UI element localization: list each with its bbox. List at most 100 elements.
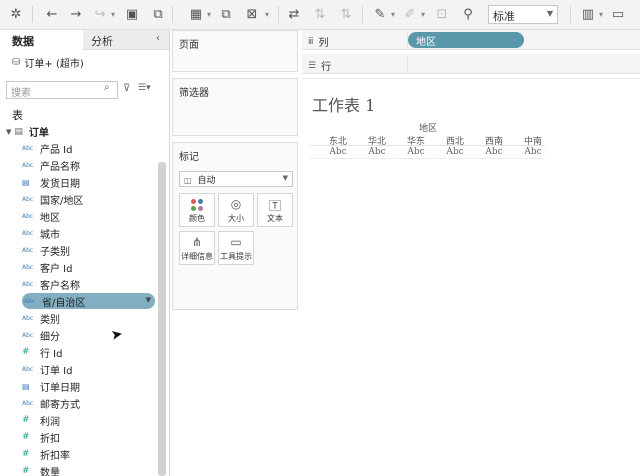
fix-axes-icon[interactable]: ⚲ (458, 5, 478, 23)
clear-sheet-icon[interactable]: ⊠ (242, 5, 262, 23)
region-header[interactable]: 华东 (400, 134, 432, 147)
region-header[interactable]: 中南 (517, 134, 549, 147)
cell-value[interactable]: Abc (439, 147, 471, 157)
worksheet-view[interactable]: 工作表 1 地区 东北 Abc 华北 Abc 华东 Abc 西北 Abc 西南 Abc 中南 Abc (302, 78, 640, 476)
presentation-mode-icon[interactable]: ▭ (608, 5, 628, 23)
search-row: 搜索 ⌕ ⊽ ☰▾ (6, 81, 166, 99)
field-item[interactable]: Abc 城市 (22, 225, 60, 241)
field-item[interactable]: Abc 子类别 (22, 242, 70, 258)
string-type-icon: Abc (22, 246, 34, 254)
tab-data[interactable]: 数据 (0, 30, 83, 50)
toolbar-divider (570, 6, 571, 23)
replay-dropdown-icon: ▾ (110, 9, 115, 19)
cell-value[interactable]: Abc (478, 147, 510, 157)
view-options-icon[interactable]: ☰▾ (138, 83, 151, 93)
field-item[interactable]: Abc 产品 Id (22, 140, 72, 156)
field-item[interactable]: # 折扣率 (22, 446, 70, 462)
field-item[interactable]: Abc 地区 (22, 208, 60, 224)
toolbar: ✲ ← → ↪ ▾ ▣ ⧉ ▦ ▾ ⧉ ⊠ ▾ ⇄ ⇅ ⇅ ✎ ▾ ✐ ▾ ⊡ … (0, 0, 640, 30)
show-me-icon[interactable]: ▥ (578, 5, 598, 23)
field-item[interactable]: # 折扣 (22, 429, 60, 445)
new-worksheet-icon[interactable]: ▦ (186, 5, 206, 23)
field-item[interactable]: Abc 省/自治区 ▼ (22, 293, 155, 309)
field-item[interactable]: Abc 类别 (22, 310, 60, 326)
field-item[interactable]: Abc 客户名称 (22, 276, 80, 292)
date-type-icon: ▤ (22, 177, 30, 187)
color-button[interactable]: 颜色 (179, 193, 215, 227)
detail-button[interactable]: ⋔ 详细信息 (179, 231, 215, 265)
field-label: 类别 (40, 314, 60, 326)
highlight-dropdown-icon[interactable]: ▾ (388, 5, 398, 23)
cell-value[interactable]: Abc (322, 147, 354, 157)
field-item[interactable]: # 数量 (22, 463, 60, 476)
rows-shelf[interactable]: ☰ 行 (302, 54, 640, 74)
chevron-down-icon[interactable]: ▼ (146, 296, 151, 304)
size-button[interactable]: ◎ 大小 (218, 193, 254, 227)
tooltip-button[interactable]: ▭ 工具提示 (218, 231, 254, 265)
table-item-orders[interactable]: ▼ ▤ 订单 (6, 124, 49, 140)
replay-icon: ↪ (94, 6, 106, 22)
search-icon[interactable]: ⌕ (104, 82, 110, 93)
field-item[interactable]: ▤ 发货日期 (22, 174, 80, 190)
field-item[interactable]: # 利润 (22, 412, 60, 428)
table-icon: ▤ (14, 126, 23, 137)
field-label: 产品 Id (40, 144, 73, 156)
region-header[interactable]: 东北 (322, 134, 354, 147)
search-input[interactable]: 搜索 (6, 81, 118, 99)
field-item[interactable]: Abc 订单 Id (22, 361, 72, 377)
sort-ascending-icon: ⇅ (314, 6, 326, 22)
field-item[interactable]: Abc 国家/地区 (22, 191, 83, 207)
string-type-icon: Abc (22, 212, 34, 220)
filter-icon[interactable]: ⊽ (123, 83, 130, 94)
region-pill[interactable]: 地区 (408, 32, 524, 48)
duplicate-sheet-icon[interactable]: ⧉ (216, 5, 236, 23)
field-item[interactable]: # 行 Id (22, 344, 62, 360)
save-icon[interactable]: ▣ (122, 5, 142, 23)
field-item[interactable]: Abc 客户 Id (22, 259, 72, 275)
field-label: 子类别 (40, 246, 70, 258)
mark-type-select[interactable]: ◫ 自动 ▼ (179, 171, 293, 187)
string-type-icon: Abc (22, 280, 34, 288)
field-item[interactable]: Abc 细分 (22, 327, 60, 343)
number-type-icon: # (22, 347, 30, 357)
clear-sheet-dropdown-icon[interactable]: ▾ (262, 5, 272, 23)
region-header[interactable]: 西南 (478, 134, 510, 147)
new-datasource-icon[interactable]: ⧉ (148, 5, 168, 23)
field-label: 发货日期 (40, 178, 80, 190)
undo-icon[interactable]: ← (42, 5, 62, 23)
worksheet-title[interactable]: 工作表 1 (312, 92, 375, 116)
tooltip-button-label: 工具提示 (220, 252, 252, 261)
chevron-down-icon[interactable]: ▼ (6, 128, 11, 136)
filters-card[interactable]: 筛选器 (172, 78, 298, 136)
region-header[interactable]: 华北 (361, 134, 393, 147)
pages-card-title: 页面 (179, 40, 199, 51)
field-item[interactable]: Abc 邮寄方式 (22, 395, 80, 411)
new-worksheet-dropdown-icon[interactable]: ▾ (204, 5, 214, 23)
field-item[interactable]: ▤ 订单日期 (22, 378, 80, 394)
cell-value[interactable]: Abc (361, 147, 393, 157)
field-item[interactable]: Abc 产品名称 (22, 157, 80, 173)
cell-value[interactable]: Abc (400, 147, 432, 157)
group-dropdown-icon: ▾ (420, 9, 425, 19)
text-button[interactable]: 🅃 文本 (257, 193, 293, 227)
show-me-dropdown-icon[interactable]: ▾ (596, 5, 606, 23)
shelf-divider (407, 56, 408, 72)
tables-heading: 表 (12, 109, 23, 122)
scrollbar[interactable] (158, 162, 166, 476)
region-header[interactable]: 西北 (439, 134, 471, 147)
highlight-icon[interactable]: ✎ (370, 5, 390, 23)
fit-select[interactable]: 标准 ▼ (488, 5, 558, 24)
cell-value[interactable]: Abc (517, 147, 549, 157)
swap-rows-columns-icon[interactable]: ⇄ (284, 5, 304, 23)
collapse-pane-icon[interactable]: ‹ (156, 33, 160, 44)
field-label: 订单日期 (40, 382, 80, 394)
columns-shelf[interactable]: iii 列 地区 (302, 30, 640, 50)
datasource-item[interactable]: ⛁ 订单+ (超市) (12, 55, 84, 70)
pages-card[interactable]: 页面 (172, 30, 298, 72)
tableau-logo-icon[interactable]: ✲ (6, 5, 26, 23)
redo-icon[interactable]: → (66, 5, 86, 23)
toolbar-divider (362, 6, 363, 23)
field-label: 利润 (40, 416, 60, 428)
column-header-region[interactable]: 地区 (419, 121, 437, 134)
marks-card-title: 标记 (179, 152, 199, 163)
